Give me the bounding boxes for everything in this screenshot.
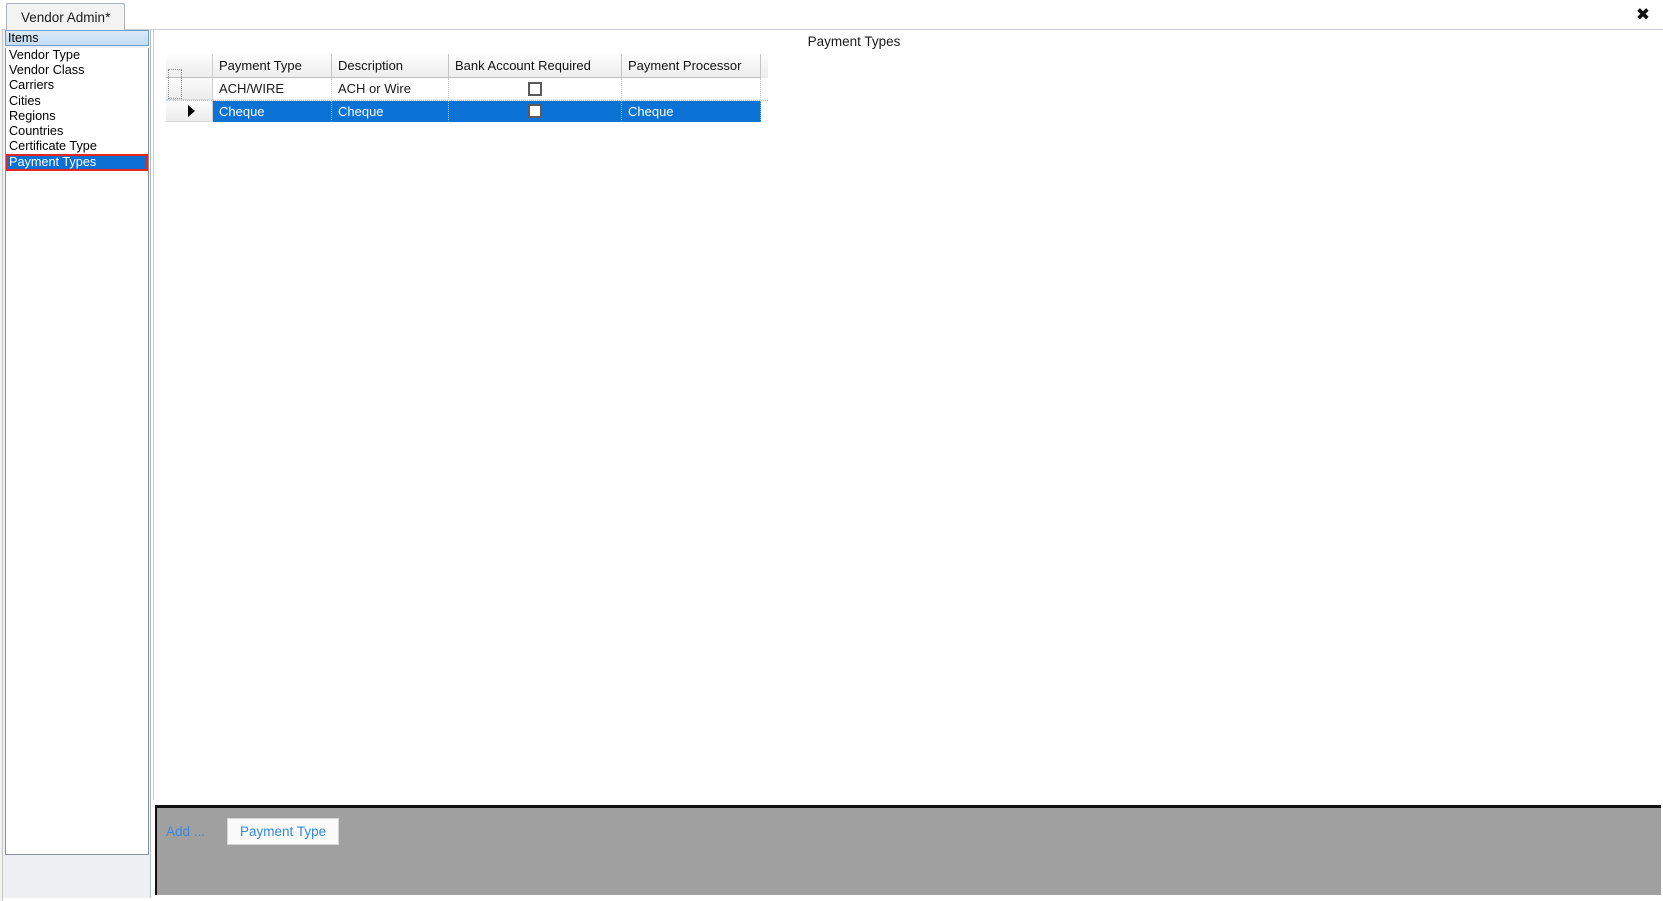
sidebar-item-regions[interactable]: Regions xyxy=(6,109,148,124)
sidebar-item-cities[interactable]: Cities xyxy=(6,94,148,109)
tab-label: Vendor Admin xyxy=(21,10,106,25)
checkbox-bank-account-required[interactable] xyxy=(528,81,542,96)
column-header-payment-processor[interactable]: Payment Processor xyxy=(622,54,761,78)
row-selector-cell[interactable] xyxy=(166,69,213,100)
cell-payment-processor[interactable] xyxy=(622,78,761,100)
column-header-description[interactable]: Description xyxy=(332,54,449,78)
cell-bank-account-required[interactable] xyxy=(449,101,622,122)
sidebar-list[interactable]: Vendor Type Vendor Class Carriers Cities… xyxy=(5,48,149,855)
payment-types-grid[interactable]: Payment Type Description Bank Account Re… xyxy=(166,54,768,122)
sidebar-item-payment-types[interactable]: Payment Types xyxy=(6,154,148,172)
main-content-panel: Payment Types Payment Type Description B… xyxy=(153,30,1661,800)
table-row[interactable]: Cheque Cheque Cheque xyxy=(166,100,768,122)
column-header-payment-type[interactable]: Payment Type xyxy=(213,54,332,78)
cell-bank-account-required[interactable] xyxy=(449,78,622,100)
cell-description[interactable]: ACH or Wire xyxy=(332,78,449,100)
row-selector-cell[interactable] xyxy=(166,101,213,122)
cell-payment-type[interactable]: ACH/WIRE xyxy=(213,78,332,100)
tab-vendor-admin[interactable]: Vendor Admin* xyxy=(6,3,126,30)
column-header-bank-account-required[interactable]: Bank Account Required xyxy=(449,54,622,78)
page-title: Payment Types xyxy=(807,34,901,49)
table-row[interactable]: ACH/WIRE ACH or Wire xyxy=(166,69,768,100)
sidebar: Items Vendor Type Vendor Class Carriers … xyxy=(3,30,151,898)
sidebar-item-carriers[interactable]: Carriers xyxy=(6,78,148,93)
close-icon[interactable]: ✖ xyxy=(1632,4,1654,26)
cell-payment-type[interactable]: Cheque xyxy=(213,101,332,122)
current-row-arrow-icon xyxy=(187,105,195,117)
checkbox-bank-account-required[interactable] xyxy=(528,104,542,118)
toolbar-content: Add ... Payment Type xyxy=(157,816,340,846)
add-label: Add ... xyxy=(166,823,206,839)
tab-strip: Vendor Admin* ✖ xyxy=(0,0,1663,30)
cell-payment-processor[interactable]: Cheque xyxy=(622,101,761,122)
add-payment-type-button[interactable]: Payment Type xyxy=(227,817,340,845)
sidebar-item-vendor-type[interactable]: Vendor Type xyxy=(6,48,148,63)
bottom-toolbar: Add ... Payment Type xyxy=(155,805,1661,895)
sidebar-item-countries[interactable]: Countries xyxy=(6,124,148,139)
tab-dirty-marker: * xyxy=(105,10,111,25)
grid-header-row: Payment Type Description Bank Account Re… xyxy=(166,54,768,78)
sidebar-header: Items xyxy=(5,30,149,46)
application-window: Vendor Admin* ✖ Items Vendor Type Vendor… xyxy=(0,0,1663,901)
cell-description[interactable]: Cheque xyxy=(332,101,449,122)
sidebar-item-vendor-class[interactable]: Vendor Class xyxy=(6,63,148,78)
sidebar-item-certificate-type[interactable]: Certificate Type xyxy=(6,139,148,154)
row-selector-header xyxy=(166,54,213,78)
